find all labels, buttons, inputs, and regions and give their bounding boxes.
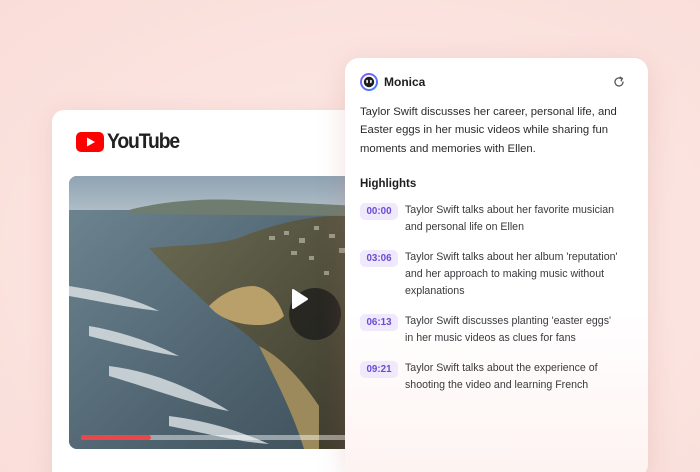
highlights-heading: Highlights xyxy=(360,178,417,190)
highlight-item: 00:00 Taylor Swift talks about her favor… xyxy=(360,202,640,236)
play-button[interactable] xyxy=(289,288,341,340)
highlight-text: Taylor Swift talks about her album 'repu… xyxy=(405,251,618,297)
progress-bar[interactable] xyxy=(81,435,351,440)
timestamp-badge[interactable]: 03:06 xyxy=(360,250,398,267)
monica-title: Monica xyxy=(384,75,426,89)
highlight-text: Taylor Swift talks about the experience … xyxy=(405,362,598,391)
highlights-list: 00:00 Taylor Swift talks about her favor… xyxy=(360,202,640,407)
youtube-logo-text: YouTube xyxy=(107,130,180,153)
highlight-item: 06:13 Taylor Swift discusses planting 'e… xyxy=(360,313,640,347)
youtube-card: YouTube xyxy=(52,110,382,472)
highlight-text: Taylor Swift discusses planting 'easter … xyxy=(405,315,612,344)
video-summary: Taylor Swift discusses her career, perso… xyxy=(360,106,617,155)
monica-logo-icon xyxy=(360,73,378,91)
panel-header: Monica xyxy=(360,72,633,92)
highlight-item: 09:21 Taylor Swift talks about the exper… xyxy=(360,360,640,394)
highlight-item: 03:06 Taylor Swift talks about her album… xyxy=(360,249,640,300)
timestamp-badge[interactable]: 09:21 xyxy=(360,361,398,378)
video-player[interactable] xyxy=(69,176,359,449)
refresh-button[interactable] xyxy=(611,74,627,90)
refresh-icon xyxy=(614,76,624,87)
monica-panel: Monica Taylor Swift discusses her career… xyxy=(345,58,648,472)
youtube-logo-icon xyxy=(76,132,104,152)
timestamp-badge[interactable]: 00:00 xyxy=(360,203,398,220)
progress-bar-fill xyxy=(81,435,152,440)
timestamp-badge[interactable]: 06:13 xyxy=(360,314,398,331)
play-icon xyxy=(292,289,308,309)
youtube-logo[interactable]: YouTube xyxy=(76,130,185,153)
highlight-text: Taylor Swift talks about her favorite mu… xyxy=(405,204,615,233)
